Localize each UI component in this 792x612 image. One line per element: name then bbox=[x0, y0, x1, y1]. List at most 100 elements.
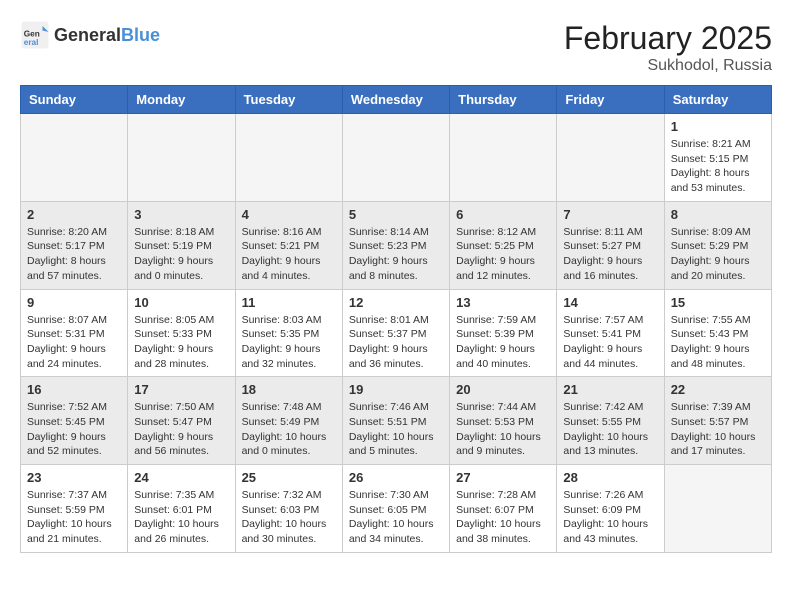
calendar-cell: 13 Sunrise: 7:59 AM Sunset: 5:39 PM Dayli… bbox=[450, 289, 557, 377]
calendar-cell: 16 Sunrise: 7:52 AM Sunset: 5:45 PM Dayli… bbox=[21, 377, 128, 465]
calendar-cell: 18Sunrise: 7:48 AM Sunset: 5:49 PM Dayli… bbox=[235, 377, 342, 465]
calendar-cell: 26Sunrise: 7:30 AM Sunset: 6:05 PM Dayli… bbox=[342, 465, 449, 553]
day-number: 22 bbox=[671, 382, 765, 397]
day-number: 27 bbox=[456, 470, 550, 485]
day-info: Sunrise: 7:28 AM Sunset: 6:07 PM Dayligh… bbox=[456, 488, 550, 547]
weekday-header-thursday: Thursday bbox=[450, 86, 557, 114]
svg-text:eral: eral bbox=[24, 38, 39, 47]
day-number: 23 bbox=[27, 470, 121, 485]
day-info: Sunrise: 8:14 AM Sunset: 5:23 PM Dayligh… bbox=[349, 225, 443, 284]
day-number: 6 bbox=[456, 207, 550, 222]
weekday-header-sunday: Sunday bbox=[21, 86, 128, 114]
day-number: 1 bbox=[671, 119, 765, 134]
calendar-cell: 28 Sunrise: 7:26 AM Sunset: 6:09 PM Dayli… bbox=[557, 465, 664, 553]
day-number: 4 bbox=[242, 207, 336, 222]
calendar-cell: 1 Sunrise: 8:21 AM Sunset: 5:15 PM Daylig… bbox=[664, 114, 771, 202]
day-number: 25 bbox=[242, 470, 336, 485]
title-area: February 2025 Sukhodol, Russia bbox=[564, 20, 772, 75]
day-info: Sunrise: 8:03 AM Sunset: 5:35 PM Dayligh… bbox=[242, 313, 336, 372]
header: Gen eral General Blue February 2025 Sukh… bbox=[20, 20, 772, 75]
day-number: 21 bbox=[563, 382, 657, 397]
calendar-cell: 17Sunrise: 7:50 AM Sunset: 5:47 PM Dayli… bbox=[128, 377, 235, 465]
calendar-cell: 27 Sunrise: 7:28 AM Sunset: 6:07 PM Dayli… bbox=[450, 465, 557, 553]
day-info: Sunrise: 8:21 AM Sunset: 5:15 PM Dayligh… bbox=[671, 137, 765, 196]
day-number: 14 bbox=[563, 295, 657, 310]
calendar-cell bbox=[342, 114, 449, 202]
day-number: 9 bbox=[27, 295, 121, 310]
calendar-cell: 25 Sunrise: 7:32 AM Sunset: 6:03 PM Dayli… bbox=[235, 465, 342, 553]
day-number: 7 bbox=[563, 207, 657, 222]
day-number: 24 bbox=[134, 470, 228, 485]
week-row-2: 2 Sunrise: 8:20 AM Sunset: 5:17 PM Daylig… bbox=[21, 201, 772, 289]
day-info: Sunrise: 7:46 AM Sunset: 5:51 PM Dayligh… bbox=[349, 400, 443, 459]
calendar-cell: 4 Sunrise: 8:16 AM Sunset: 5:21 PM Daylig… bbox=[235, 201, 342, 289]
calendar-cell: 10 Sunrise: 8:05 AM Sunset: 5:33 PM Dayli… bbox=[128, 289, 235, 377]
calendar-cell: 8 Sunrise: 8:09 AM Sunset: 5:29 PM Daylig… bbox=[664, 201, 771, 289]
day-number: 10 bbox=[134, 295, 228, 310]
calendar-cell: 9 Sunrise: 8:07 AM Sunset: 5:31 PM Daylig… bbox=[21, 289, 128, 377]
day-number: 13 bbox=[456, 295, 550, 310]
day-info: Sunrise: 7:52 AM Sunset: 5:45 PM Dayligh… bbox=[27, 400, 121, 459]
calendar-cell: 5 Sunrise: 8:14 AM Sunset: 5:23 PM Daylig… bbox=[342, 201, 449, 289]
weekday-header-monday: Monday bbox=[128, 86, 235, 114]
calendar-cell bbox=[664, 465, 771, 553]
calendar-cell bbox=[128, 114, 235, 202]
calendar-cell: 7 Sunrise: 8:11 AM Sunset: 5:27 PM Daylig… bbox=[557, 201, 664, 289]
calendar-cell: 23 Sunrise: 7:37 AM Sunset: 5:59 PM Dayli… bbox=[21, 465, 128, 553]
calendar-cell: 21Sunrise: 7:42 AM Sunset: 5:55 PM Dayli… bbox=[557, 377, 664, 465]
week-row-1: 1 Sunrise: 8:21 AM Sunset: 5:15 PM Daylig… bbox=[21, 114, 772, 202]
day-number: 28 bbox=[563, 470, 657, 485]
weekday-header-saturday: Saturday bbox=[664, 86, 771, 114]
day-info: Sunrise: 7:26 AM Sunset: 6:09 PM Dayligh… bbox=[563, 488, 657, 547]
day-info: Sunrise: 8:07 AM Sunset: 5:31 PM Dayligh… bbox=[27, 313, 121, 372]
calendar-cell: 14Sunrise: 7:57 AM Sunset: 5:41 PM Dayli… bbox=[557, 289, 664, 377]
calendar-cell: 12 Sunrise: 8:01 AM Sunset: 5:37 PM Dayli… bbox=[342, 289, 449, 377]
day-info: Sunrise: 8:16 AM Sunset: 5:21 PM Dayligh… bbox=[242, 225, 336, 284]
logo-text-general: General bbox=[54, 25, 121, 46]
calendar-cell: 11Sunrise: 8:03 AM Sunset: 5:35 PM Dayli… bbox=[235, 289, 342, 377]
day-number: 12 bbox=[349, 295, 443, 310]
day-number: 20 bbox=[456, 382, 550, 397]
day-info: Sunrise: 7:37 AM Sunset: 5:59 PM Dayligh… bbox=[27, 488, 121, 547]
week-row-3: 9 Sunrise: 8:07 AM Sunset: 5:31 PM Daylig… bbox=[21, 289, 772, 377]
logo-text-blue: Blue bbox=[121, 25, 160, 46]
day-number: 5 bbox=[349, 207, 443, 222]
day-info: Sunrise: 8:11 AM Sunset: 5:27 PM Dayligh… bbox=[563, 225, 657, 284]
calendar-cell: 15 Sunrise: 7:55 AM Sunset: 5:43 PM Dayli… bbox=[664, 289, 771, 377]
day-number: 26 bbox=[349, 470, 443, 485]
day-number: 19 bbox=[349, 382, 443, 397]
day-info: Sunrise: 8:01 AM Sunset: 5:37 PM Dayligh… bbox=[349, 313, 443, 372]
day-info: Sunrise: 8:09 AM Sunset: 5:29 PM Dayligh… bbox=[671, 225, 765, 284]
calendar-cell bbox=[235, 114, 342, 202]
day-info: Sunrise: 8:12 AM Sunset: 5:25 PM Dayligh… bbox=[456, 225, 550, 284]
weekday-header-row: SundayMondayTuesdayWednesdayThursdayFrid… bbox=[21, 86, 772, 114]
day-info: Sunrise: 8:05 AM Sunset: 5:33 PM Dayligh… bbox=[134, 313, 228, 372]
day-info: Sunrise: 7:55 AM Sunset: 5:43 PM Dayligh… bbox=[671, 313, 765, 372]
day-info: Sunrise: 7:35 AM Sunset: 6:01 PM Dayligh… bbox=[134, 488, 228, 547]
day-info: Sunrise: 7:59 AM Sunset: 5:39 PM Dayligh… bbox=[456, 313, 550, 372]
calendar-cell: 2 Sunrise: 8:20 AM Sunset: 5:17 PM Daylig… bbox=[21, 201, 128, 289]
calendar-cell: 22 Sunrise: 7:39 AM Sunset: 5:57 PM Dayli… bbox=[664, 377, 771, 465]
day-info: Sunrise: 7:39 AM Sunset: 5:57 PM Dayligh… bbox=[671, 400, 765, 459]
calendar-cell: 20 Sunrise: 7:44 AM Sunset: 5:53 PM Dayli… bbox=[450, 377, 557, 465]
day-number: 17 bbox=[134, 382, 228, 397]
month-year: February 2025 bbox=[564, 20, 772, 57]
day-info: Sunrise: 7:48 AM Sunset: 5:49 PM Dayligh… bbox=[242, 400, 336, 459]
calendar-cell: 6 Sunrise: 8:12 AM Sunset: 5:25 PM Daylig… bbox=[450, 201, 557, 289]
week-row-4: 16 Sunrise: 7:52 AM Sunset: 5:45 PM Dayli… bbox=[21, 377, 772, 465]
calendar-cell bbox=[450, 114, 557, 202]
day-number: 16 bbox=[27, 382, 121, 397]
day-info: Sunrise: 8:18 AM Sunset: 5:19 PM Dayligh… bbox=[134, 225, 228, 284]
week-row-5: 23 Sunrise: 7:37 AM Sunset: 5:59 PM Dayli… bbox=[21, 465, 772, 553]
day-info: Sunrise: 7:44 AM Sunset: 5:53 PM Dayligh… bbox=[456, 400, 550, 459]
calendar-cell bbox=[21, 114, 128, 202]
day-number: 2 bbox=[27, 207, 121, 222]
day-number: 8 bbox=[671, 207, 765, 222]
weekday-header-wednesday: Wednesday bbox=[342, 86, 449, 114]
day-number: 3 bbox=[134, 207, 228, 222]
calendar: SundayMondayTuesdayWednesdayThursdayFrid… bbox=[20, 85, 772, 553]
day-info: Sunrise: 7:32 AM Sunset: 6:03 PM Dayligh… bbox=[242, 488, 336, 547]
day-number: 15 bbox=[671, 295, 765, 310]
logo: Gen eral General Blue bbox=[20, 20, 160, 50]
day-info: Sunrise: 8:20 AM Sunset: 5:17 PM Dayligh… bbox=[27, 225, 121, 284]
